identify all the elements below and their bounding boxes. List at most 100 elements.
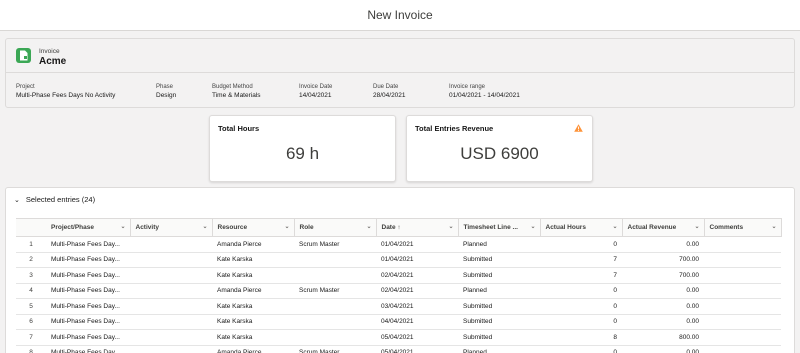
field-phase: Phase Design (156, 83, 176, 101)
kpi-value: USD 6900 (460, 144, 539, 163)
table-row[interactable]: 4 Multi-Phase Fees Day... Amanda Pierce Scr… (16, 283, 781, 299)
chevron-down-icon[interactable]: ⌄ (771, 223, 776, 230)
chevron-down-icon[interactable]: ⌄ (530, 223, 535, 230)
table-cell: 0 (540, 298, 622, 315)
table-row[interactable]: 6 Multi-Phase Fees Day... Kate Karska 04/04… (16, 314, 781, 330)
row-number-header (16, 218, 46, 237)
entity-type-label: Invoice (39, 48, 60, 55)
table-cell: 0.00 (622, 345, 704, 353)
table-cell (294, 314, 376, 330)
table-cell (130, 283, 212, 299)
table-cell (704, 252, 781, 268)
table-cell: 02/04/2021 (376, 283, 458, 299)
table-cell: Scrum Master (294, 236, 376, 253)
table-row[interactable]: 2 Multi-Phase Fees Day... Kate Karska 01/04… (16, 252, 781, 268)
field-label: Budget Method (212, 84, 253, 90)
table-cell: 0 (540, 283, 622, 299)
column-header-resource[interactable]: Resource ⌄ (212, 218, 295, 237)
table-cell: 700.00 (622, 252, 704, 268)
table-cell (704, 345, 781, 353)
warning-icon[interactable] (574, 124, 583, 134)
kpi-total-hours: Total Hours 69 h (209, 115, 396, 182)
table-row[interactable]: 1 Multi-Phase Fees Day... Amanda Pierce Scr… (16, 236, 781, 253)
table-cell: 8 (540, 329, 622, 346)
kpi-total-revenue: Total Entries Revenue USD 6900 (406, 115, 593, 182)
column-header-comments[interactable]: Comments ⌄ (704, 218, 782, 237)
table-cell: Multi-Phase Fees Day... (46, 252, 130, 268)
column-header-date[interactable]: Date ↑ ⌄ (376, 218, 459, 237)
table-cell: Multi-Phase Fees Day... (46, 283, 130, 299)
row-number: 5 (16, 298, 46, 315)
table-row[interactable]: 3 Multi-Phase Fees Day... Kate Karska 02/04… (16, 267, 781, 284)
table-cell: 0.00 (622, 236, 704, 253)
table-cell (130, 298, 212, 315)
table-cell (704, 314, 781, 330)
section-title: Selected entries (24) (25, 195, 96, 204)
table-cell (704, 267, 781, 284)
invoice-header-top: Invoice Acme (6, 39, 794, 73)
table-cell: 0 (540, 345, 622, 353)
table-row[interactable]: 8 Multi-Phase Fees Day... Amanda Pierce Scr… (16, 345, 781, 353)
table-cell (704, 298, 781, 315)
field-invoice-range: Invoice range 01/04/2021 - 14/04/2021 (449, 83, 520, 101)
table-cell (130, 345, 212, 353)
field-label: Invoice range (449, 84, 486, 90)
table-cell: 03/04/2021 (376, 298, 458, 315)
chevron-down-icon[interactable]: ⌄ (694, 223, 699, 230)
table-cell: Multi-Phase Fees Day... (46, 314, 130, 330)
row-number: 4 (16, 283, 46, 299)
table-cell: 0.00 (622, 314, 704, 330)
table-cell: Submitted (458, 267, 540, 284)
kpi-title: Total Hours (218, 124, 260, 133)
table-cell: Submitted (458, 314, 540, 330)
row-number: 7 (16, 329, 46, 346)
table-cell: 7 (540, 267, 622, 284)
column-header-actual-revenue[interactable]: Actual Revenue ⌄ (622, 218, 705, 237)
column-header-actual-hours[interactable]: Actual Hours ⌄ (540, 218, 623, 237)
table-cell: Kate Karska (212, 314, 294, 330)
column-header-timesheet-line[interactable]: Timesheet Line ... ⌄ (458, 218, 541, 237)
table-cell: 0 (540, 236, 622, 253)
table-cell (294, 252, 376, 268)
table-cell: 7 (540, 252, 622, 268)
chevron-down-icon: ⌄ (14, 197, 20, 204)
field-value: 14/04/2021 (299, 92, 332, 99)
chevron-down-icon[interactable]: ⌄ (202, 223, 207, 230)
table-cell: 0 (540, 314, 622, 330)
chevron-down-icon[interactable]: ⌄ (366, 223, 371, 230)
table-cell: Planned (458, 283, 540, 299)
entries-table: Project/Phase ⌄ Activity ⌄ Resource ⌄ Role ⌄… (16, 218, 782, 353)
table-cell: 02/04/2021 (376, 267, 458, 284)
chevron-down-icon[interactable]: ⌄ (284, 223, 289, 230)
table-cell: 0.00 (622, 283, 704, 299)
top-bar: New Invoice (0, 0, 800, 31)
invoice-header-card: Invoice Acme Project Multi-Phase Fees Da… (5, 38, 795, 108)
column-header-project-phase[interactable]: Project/Phase ⌄ (46, 218, 131, 237)
table-cell: Amanda Pierce (212, 345, 294, 353)
row-number: 2 (16, 252, 46, 268)
chevron-down-icon[interactable]: ⌄ (448, 223, 453, 230)
table-cell (704, 329, 781, 346)
row-number: 3 (16, 267, 46, 284)
table-cell: 0.00 (622, 298, 704, 315)
selected-entries-toggle[interactable]: ⌄ Selected entries (24) (14, 195, 95, 204)
chevron-down-icon[interactable]: ⌄ (612, 223, 617, 230)
table-row[interactable]: 7 Multi-Phase Fees Day... Kate Karska 05/04… (16, 329, 781, 346)
column-header-role[interactable]: Role ⌄ (294, 218, 377, 237)
row-number: 6 (16, 314, 46, 330)
page-title: New Invoice (367, 8, 433, 22)
table-cell: 04/04/2021 (376, 314, 458, 330)
table-header-row: Project/Phase ⌄ Activity ⌄ Resource ⌄ Role ⌄… (16, 218, 782, 237)
table-cell: Submitted (458, 298, 540, 315)
table-cell: Amanda Pierce (212, 236, 294, 253)
row-number: 8 (16, 345, 46, 353)
chevron-down-icon[interactable]: ⌄ (120, 223, 125, 230)
column-header-activity[interactable]: Activity ⌄ (130, 218, 213, 237)
table-cell: Multi-Phase Fees Day... (46, 345, 130, 353)
field-budget-method: Budget Method Time & Materials (212, 83, 261, 101)
table-cell: Amanda Pierce (212, 283, 294, 299)
table-row[interactable]: 5 Multi-Phase Fees Day... Kate Karska 03/04… (16, 298, 781, 315)
table-cell: Planned (458, 236, 540, 253)
field-value: Design (156, 92, 177, 99)
table-cell: Submitted (458, 329, 540, 346)
